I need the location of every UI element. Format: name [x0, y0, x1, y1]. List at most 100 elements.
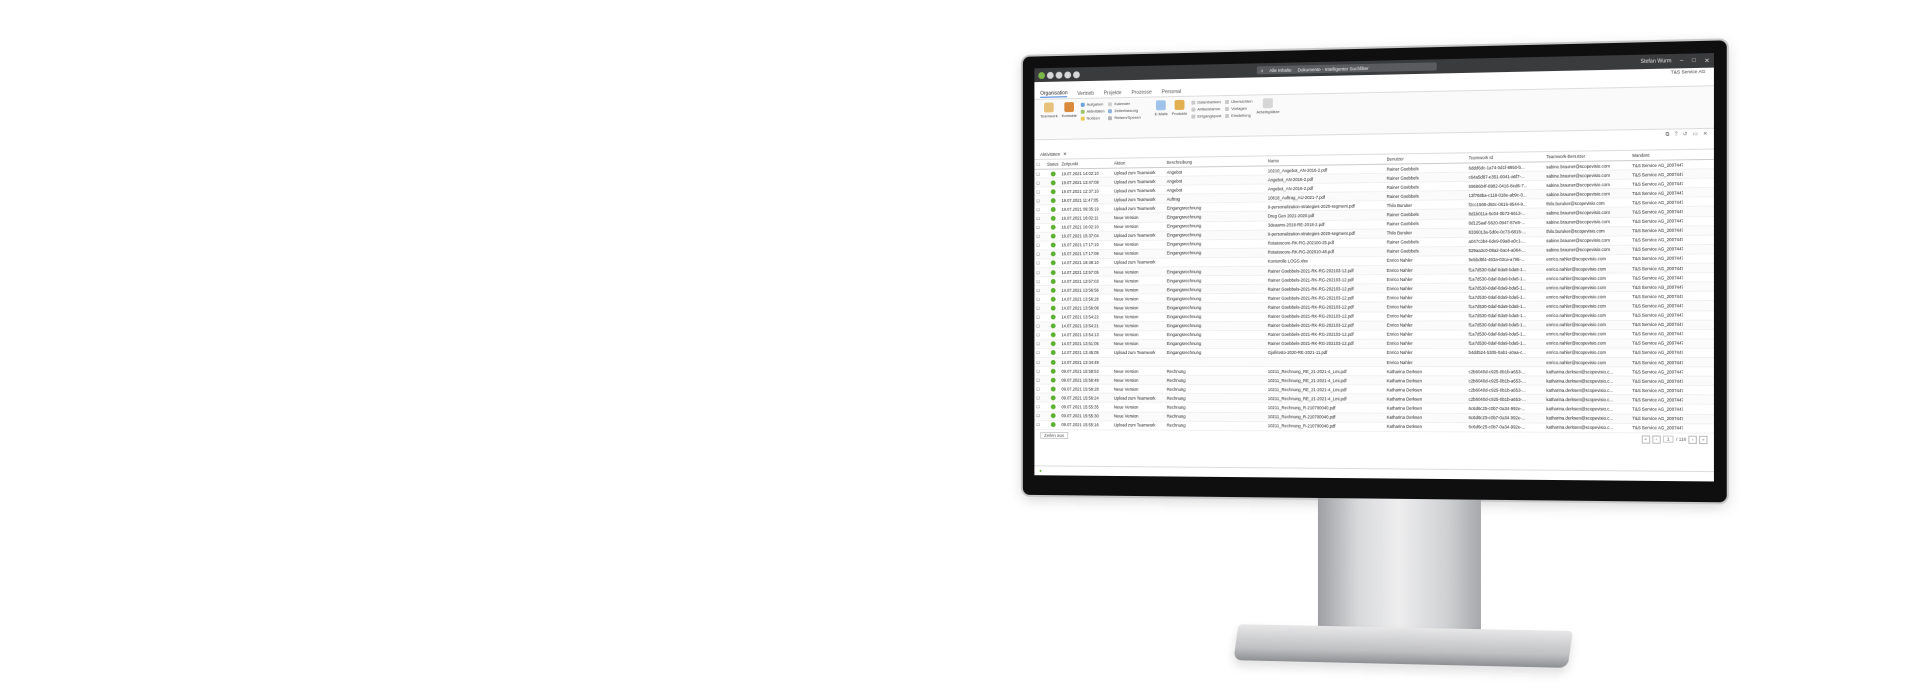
row-checkbox[interactable]: ☐: [1034, 324, 1044, 329]
user-link[interactable]: Thilo Buruker: [1385, 230, 1467, 236]
global-search[interactable]: ⌕ Alle Inhalte Dokumente - Intelligenter…: [1256, 62, 1437, 75]
row-checkbox[interactable]: ☐: [1034, 342, 1044, 347]
close-icon[interactable]: ✕: [1704, 57, 1709, 64]
row-checkbox[interactable]: ☐: [1034, 333, 1044, 338]
user-link[interactable]: Enrico Nahler: [1385, 258, 1467, 264]
col-time[interactable]: Zeitpunkt: [1059, 161, 1111, 167]
back-icon[interactable]: [1055, 71, 1063, 79]
help-icon[interactable]: ?: [1675, 131, 1678, 137]
user-link[interactable]: Enrico Nahler: [1385, 276, 1467, 282]
forward-icon[interactable]: [1064, 70, 1072, 79]
first-page-icon[interactable]: «: [1641, 435, 1650, 444]
user-link[interactable]: Rainer Goebbels: [1385, 193, 1467, 199]
datenbanken-button[interactable]: Datenbanken: [1191, 99, 1221, 105]
next-page-icon[interactable]: ›: [1688, 435, 1697, 444]
col-tenant[interactable]: Mandant: [1630, 152, 1683, 158]
user-menu[interactable]: Stefan Wurm: [1641, 58, 1672, 65]
tab-close-icon[interactable]: ✕: [1063, 151, 1067, 157]
col-teamwork-id[interactable]: Teamwork Id: [1467, 154, 1545, 160]
copy-icon[interactable]: ⧉: [1666, 132, 1670, 138]
tab-prozesse[interactable]: Prozesse: [1131, 89, 1151, 95]
row-checkbox[interactable]: ☐: [1034, 351, 1044, 356]
user-link[interactable]: Enrico Nahler: [1385, 285, 1467, 291]
row-checkbox[interactable]: ☐: [1034, 225, 1044, 230]
tab-vertrieb[interactable]: Vertrieb: [1077, 90, 1094, 96]
vorlagen-button[interactable]: Vorlagen: [1225, 106, 1252, 112]
kontakte-button[interactable]: Kontakte: [1062, 102, 1077, 118]
user-link[interactable]: Katharina Derksen: [1385, 396, 1467, 401]
emails-button[interactable]: E-Mails: [1155, 100, 1168, 116]
col-teamwork-user[interactable]: Teamwork-Benutzer: [1544, 153, 1630, 160]
table-row[interactable]: ☐ 14.07.2021 13:45:05 Upload zum Teamwork E…: [1034, 348, 1714, 359]
artikelstamm-button[interactable]: Artikelstamm: [1191, 106, 1221, 112]
table-row[interactable]: ☐ 14.07.2021 13:51:05 Neue Version Eingangs…: [1034, 339, 1714, 349]
history-icon[interactable]: ↺: [1683, 131, 1687, 137]
row-checkbox[interactable]: ☐: [1034, 306, 1044, 311]
user-link[interactable]: Thilo Buruker: [1385, 202, 1467, 208]
user-link[interactable]: Katharina Derksen: [1385, 415, 1467, 420]
col-action[interactable]: Aktion: [1112, 160, 1165, 166]
uebersichten-button[interactable]: Übersichten: [1225, 99, 1252, 105]
home-icon[interactable]: [1046, 71, 1054, 79]
user-link[interactable]: Enrico Nahler: [1385, 341, 1467, 346]
row-checkbox[interactable]: ☐: [1034, 386, 1044, 391]
user-link[interactable]: Rainer Goebbels: [1385, 239, 1467, 245]
aufgaben-button[interactable]: Aufgaben: [1080, 101, 1105, 107]
col-user[interactable]: Benutzer: [1385, 155, 1467, 161]
user-link[interactable]: Enrico Nahler: [1385, 267, 1467, 273]
tab-projekte[interactable]: Projekte: [1104, 90, 1122, 96]
page-input[interactable]: 1: [1662, 435, 1674, 444]
tab-organisation[interactable]: Organisation: [1040, 90, 1068, 98]
user-link[interactable]: Katharina Derksen: [1385, 424, 1467, 430]
row-checkbox[interactable]: ☐: [1034, 422, 1044, 427]
user-link[interactable]: Enrico Nahler: [1385, 304, 1467, 309]
reisen-button[interactable]: Reisen/Spesen: [1108, 115, 1141, 121]
notizen-button[interactable]: Notizen: [1080, 115, 1105, 121]
row-checkbox[interactable]: ☐: [1034, 377, 1044, 382]
refresh-icon[interactable]: [1073, 70, 1080, 78]
row-checkbox[interactable]: ☐: [1034, 216, 1044, 221]
user-link[interactable]: Rainer Goebbels: [1385, 165, 1467, 172]
user-link[interactable]: Rainer Goebbels: [1385, 211, 1467, 217]
user-link[interactable]: Enrico Nahler: [1385, 332, 1467, 337]
row-checkbox[interactable]: ☐: [1034, 413, 1044, 418]
last-page-icon[interactable]: »: [1699, 435, 1708, 444]
row-checkbox[interactable]: ☐: [1034, 270, 1044, 275]
row-checkbox[interactable]: ☐: [1034, 261, 1044, 266]
window-icon[interactable]: ▭: [1693, 131, 1698, 137]
row-checkbox[interactable]: ☐: [1034, 171, 1044, 176]
minimize-icon[interactable]: –: [1680, 58, 1684, 64]
row-checkbox[interactable]: ☐: [1034, 180, 1044, 185]
eingangspost-button[interactable]: Eingangspost: [1191, 113, 1221, 119]
prev-page-icon[interactable]: ‹: [1652, 435, 1661, 444]
user-link[interactable]: Katharina Derksen: [1385, 387, 1467, 392]
row-checkbox[interactable]: ☐: [1034, 252, 1044, 257]
row-checkbox[interactable]: ☐: [1034, 368, 1044, 373]
kalender-button[interactable]: Kalender: [1108, 101, 1140, 107]
select-all-checkbox[interactable]: ☐: [1034, 162, 1044, 167]
close-view-icon[interactable]: ✕: [1703, 131, 1707, 137]
row-checkbox[interactable]: ☐: [1034, 243, 1044, 248]
user-link[interactable]: Rainer Goebbels: [1385, 248, 1467, 254]
row-checkbox[interactable]: ☐: [1034, 404, 1044, 409]
col-description[interactable]: Beschreibung: [1165, 158, 1266, 165]
row-checkbox[interactable]: ☐: [1034, 297, 1044, 302]
row-checkbox[interactable]: ☐: [1034, 279, 1044, 284]
user-link[interactable]: Katharina Derksen: [1385, 369, 1467, 374]
user-link[interactable]: Rainer Goebbels: [1385, 174, 1467, 181]
row-checkbox[interactable]: ☐: [1034, 315, 1044, 320]
row-checkbox[interactable]: ☐: [1034, 359, 1044, 364]
user-link[interactable]: Enrico Nahler: [1385, 323, 1467, 328]
maximize-icon[interactable]: □: [1692, 58, 1696, 64]
produkte-button[interactable]: Produkte: [1172, 99, 1187, 116]
row-checkbox[interactable]: ☐: [1034, 189, 1044, 194]
user-link[interactable]: Enrico Nahler: [1385, 313, 1467, 318]
user-link[interactable]: Enrico Nahler: [1385, 360, 1467, 365]
col-name[interactable]: Name: [1266, 157, 1385, 164]
row-checkbox[interactable]: ☐: [1034, 288, 1044, 293]
row-checkbox[interactable]: ☐: [1034, 395, 1044, 400]
user-link[interactable]: Rainer Goebbels: [1385, 221, 1467, 227]
row-checkbox[interactable]: ☐: [1034, 234, 1044, 239]
aktivitaeten-button[interactable]: Aktivitäten: [1080, 108, 1105, 114]
teamwork-button[interactable]: Teamwork: [1040, 102, 1058, 118]
